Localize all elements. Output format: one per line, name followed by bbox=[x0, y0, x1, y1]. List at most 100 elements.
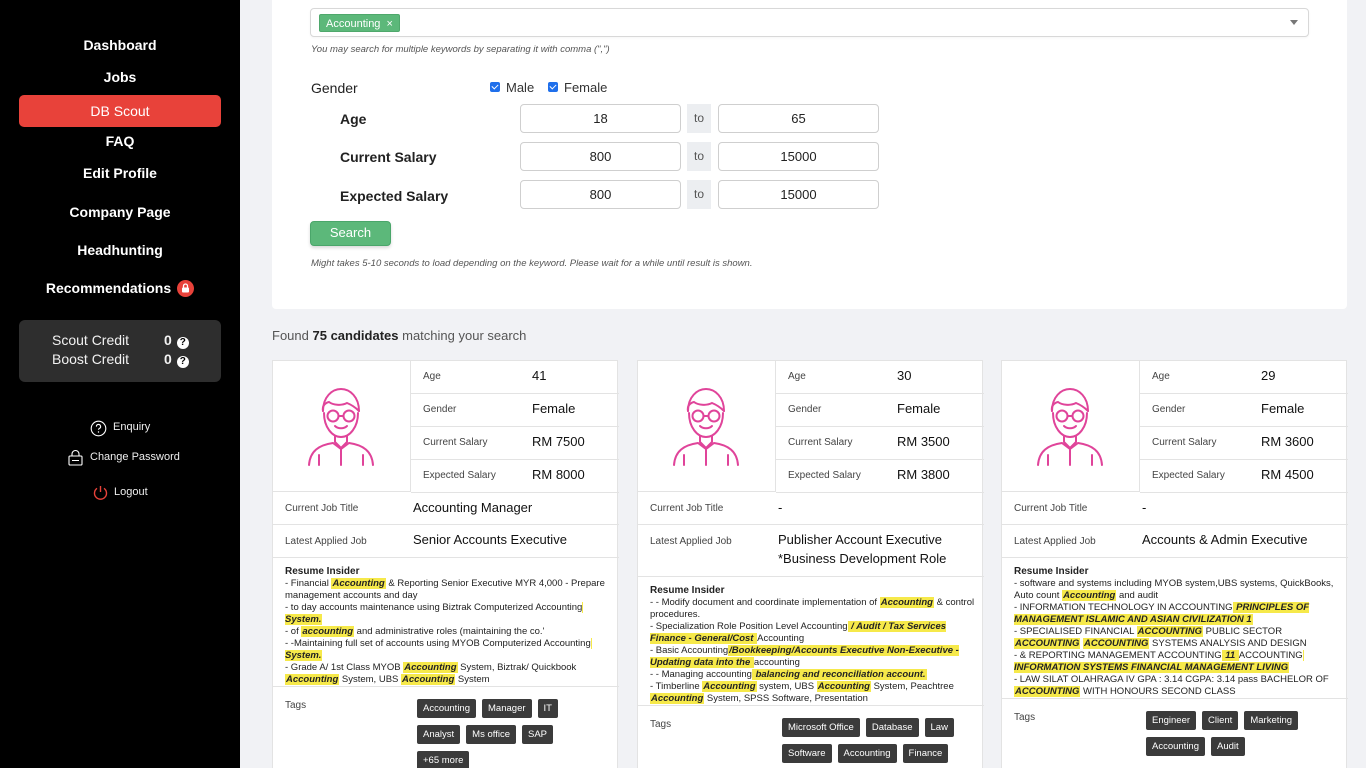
chevron-down-icon[interactable] bbox=[1290, 20, 1298, 25]
info-value: Female bbox=[1261, 401, 1305, 416]
tag[interactable]: Engineer bbox=[1146, 711, 1197, 730]
info-key: Current Salary bbox=[423, 437, 488, 448]
job-title-value: Accounting Manager bbox=[413, 500, 533, 515]
info-row-expected-salary: Expected Salary RM 4500 bbox=[1140, 460, 1348, 493]
nav-dashboard[interactable]: Dashboard bbox=[19, 29, 221, 61]
resume-insider: Resume Insider - Financial Accounting & R… bbox=[285, 566, 610, 686]
tag[interactable]: Analyst bbox=[417, 725, 461, 744]
found-suffix: matching your search bbox=[402, 328, 527, 343]
info-key: Current Salary bbox=[788, 437, 853, 448]
expected-salary-to-input[interactable]: 15000 bbox=[718, 180, 879, 209]
avatar bbox=[638, 361, 776, 492]
tag-list: Accounting Manager IT Analyst Ms office SAP +6… bbox=[417, 698, 612, 768]
tag[interactable]: SAP bbox=[522, 725, 554, 744]
question-circle-icon bbox=[90, 420, 107, 440]
info-key: Expected Salary bbox=[788, 470, 861, 481]
info-row-gender: Gender Female bbox=[776, 394, 984, 427]
keyword-highlight: Accounting bbox=[879, 597, 934, 608]
info-row-expected-salary: Expected Salary RM 3800 bbox=[776, 460, 984, 493]
candidate-card[interactable]: Age 41 Gender Female Current Salary RM 7500 Ex… bbox=[272, 360, 619, 768]
avatar-icon bbox=[1037, 387, 1103, 466]
power-icon bbox=[92, 484, 109, 504]
keyword-select[interactable]: Accounting × bbox=[310, 8, 1309, 37]
current-salary-to-input[interactable]: 15000 bbox=[718, 142, 879, 171]
info-row-gender: Gender Female bbox=[411, 394, 619, 427]
info-key: Age bbox=[788, 371, 806, 382]
to-label: to bbox=[687, 104, 711, 133]
candidate-card[interactable]: Age 29 Gender Female Current Salary RM 3600 Ex… bbox=[1001, 360, 1348, 768]
nav-jobs[interactable]: Jobs bbox=[19, 61, 221, 93]
to-label: to bbox=[687, 142, 711, 171]
tag[interactable]: +65 more bbox=[417, 751, 470, 768]
resume-text: - software and systems including MYOB sy… bbox=[1014, 578, 1334, 697]
age-to-input[interactable]: 65 bbox=[718, 104, 879, 133]
expected-salary-from-input[interactable]: 800 bbox=[520, 180, 681, 209]
keyword-highlight: Accounting bbox=[650, 693, 705, 704]
nav-faq[interactable]: FAQ bbox=[19, 125, 221, 157]
tag[interactable]: Audit bbox=[1211, 737, 1245, 756]
info-value: RM 4500 bbox=[1261, 467, 1314, 482]
keyword-highlight: 11 bbox=[1221, 650, 1239, 661]
tag[interactable]: Manager bbox=[482, 699, 532, 718]
tag[interactable]: Accounting bbox=[837, 744, 897, 763]
help-icon[interactable]: ? bbox=[176, 337, 189, 349]
current-salary-from-input[interactable]: 800 bbox=[520, 142, 681, 171]
search-button[interactable]: Search bbox=[310, 221, 391, 246]
found-prefix: Found bbox=[272, 328, 309, 343]
info-value: RM 7500 bbox=[532, 434, 585, 449]
tag[interactable]: Marketing bbox=[1244, 711, 1299, 730]
help-icon[interactable]: ? bbox=[176, 356, 189, 368]
info-row-current-salary: Current Salary RM 3600 bbox=[1140, 427, 1348, 460]
info-row-age: Age 41 bbox=[411, 361, 619, 394]
job-title-row: Current Job Title - bbox=[1002, 492, 1348, 525]
tag[interactable]: Accounting bbox=[417, 699, 477, 718]
change-password-label: Change Password bbox=[90, 451, 180, 463]
info-row-expected-salary: Expected Salary RM 8000 bbox=[411, 460, 619, 493]
keyword-chip: Accounting × bbox=[319, 14, 400, 32]
info-value: RM 3800 bbox=[897, 467, 950, 482]
nav-headhunting[interactable]: Headhunting bbox=[19, 234, 221, 266]
avatar bbox=[273, 361, 411, 492]
info-row-age: Age 30 bbox=[776, 361, 984, 394]
tag[interactable]: Software bbox=[782, 744, 832, 763]
resume-text: - Financial Accounting & Reporting Senio… bbox=[285, 578, 605, 685]
expected-salary-label: Expected Salary bbox=[340, 188, 449, 204]
tag[interactable]: Microsoft Office bbox=[782, 718, 860, 737]
resume-insider: Resume Insider - software and systems inc… bbox=[1014, 566, 1339, 698]
keyword-highlight: ACCOUNTING bbox=[1014, 638, 1081, 649]
tag[interactable]: Accounting bbox=[1146, 737, 1206, 756]
avatar-icon bbox=[673, 387, 739, 466]
applied-job-key: Latest Applied Job bbox=[650, 536, 732, 547]
info-key: Current Salary bbox=[1152, 437, 1217, 448]
scout-credit-value: 0? bbox=[164, 332, 189, 349]
tag[interactable]: Law bbox=[924, 718, 954, 737]
male-checkbox[interactable] bbox=[490, 82, 500, 92]
tags-label: Tags bbox=[285, 700, 307, 711]
boost-credit-value: 0? bbox=[164, 351, 189, 368]
info-key: Age bbox=[423, 371, 441, 382]
female-checkbox[interactable] bbox=[548, 82, 558, 92]
credits-box: Scout Credit 0? Boost Credit 0? bbox=[19, 320, 221, 382]
avatar-icon bbox=[308, 387, 374, 466]
found-count: 75 candidates bbox=[312, 328, 399, 343]
candidate-card[interactable]: Age 30 Gender Female Current Salary RM 3500 Ex… bbox=[637, 360, 984, 768]
info-value: RM 3600 bbox=[1261, 434, 1314, 449]
nav-company-page[interactable]: Company Page bbox=[19, 196, 221, 228]
age-from-input[interactable]: 18 bbox=[520, 104, 681, 133]
keyword-highlight: ACCOUNTING bbox=[1083, 638, 1150, 649]
keyword-highlight: Accounting bbox=[702, 681, 757, 692]
info-key: Gender bbox=[423, 404, 457, 415]
tag[interactable]: Database bbox=[865, 718, 919, 737]
boost-credit-label: Boost Credit bbox=[52, 351, 130, 367]
nav-edit-profile[interactable]: Edit Profile bbox=[19, 157, 221, 189]
nav-db-scout[interactable]: DB Scout bbox=[19, 95, 221, 127]
tag[interactable]: Client bbox=[1202, 711, 1239, 730]
tag[interactable]: IT bbox=[537, 699, 558, 718]
remove-chip-icon[interactable]: × bbox=[386, 18, 392, 30]
tag[interactable]: Ms office bbox=[466, 725, 516, 744]
job-title-key: Current Job Title bbox=[1014, 503, 1088, 514]
tag[interactable]: Finance bbox=[902, 744, 949, 763]
nav-recommendations[interactable]: Recommendations bbox=[19, 272, 221, 304]
resume-row: Resume Insider - - Modify document and co… bbox=[638, 577, 984, 706]
keyword-highlight: / Audit / Tax Services Finance - General… bbox=[650, 621, 947, 644]
